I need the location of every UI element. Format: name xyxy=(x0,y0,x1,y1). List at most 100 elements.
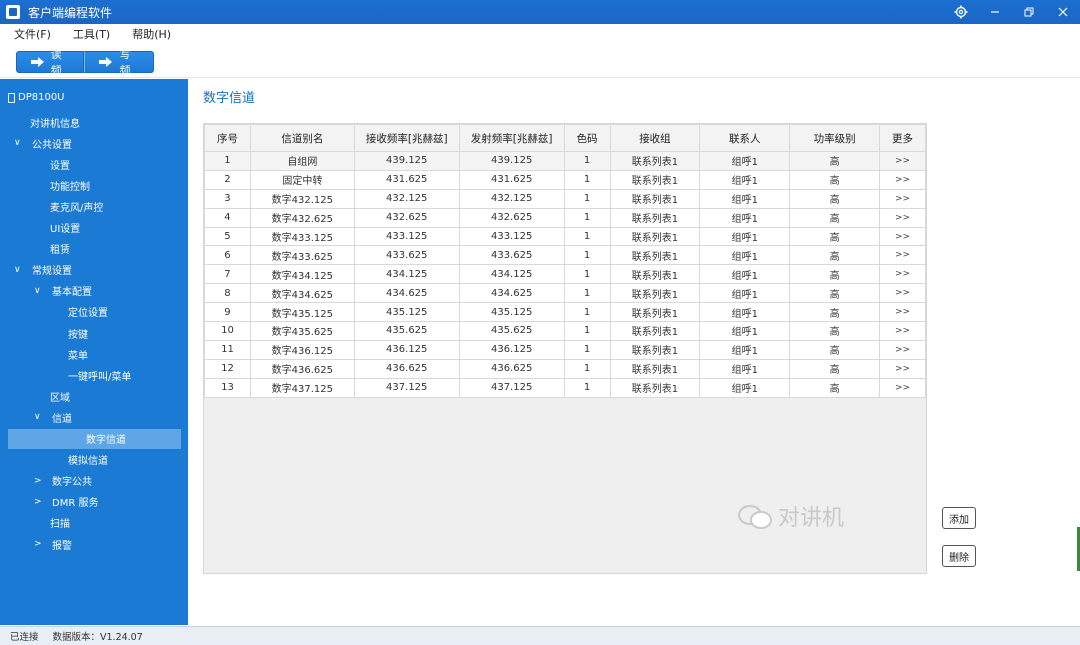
table-cell[interactable]: 13 xyxy=(204,377,251,398)
table-cell[interactable]: 联系列表1 xyxy=(609,302,701,323)
table-cell[interactable]: 组呼1 xyxy=(699,169,791,190)
more-button[interactable]: >> xyxy=(879,151,926,171)
table-cell[interactable]: 组呼1 xyxy=(699,226,791,247)
table-row[interactable]: 7 数字434.125 434.125 434.125 1 联系列表1 组呼1 高 >> xyxy=(204,264,926,285)
table-cell[interactable]: 8 xyxy=(204,283,251,304)
sidebar-item[interactable]: 设置 xyxy=(34,154,70,174)
table-cell[interactable]: 1 xyxy=(563,339,611,360)
sidebar-item[interactable]: 一键呼叫/菜单 xyxy=(52,365,131,385)
sidebar-item[interactable]: > 数字公共 xyxy=(34,471,92,491)
chevron-right-icon[interactable]: > xyxy=(34,497,52,507)
table-cell[interactable]: 组呼1 xyxy=(699,207,791,228)
column-header[interactable]: 接收组 xyxy=(609,124,701,152)
table-cell[interactable]: 高 xyxy=(789,321,881,341)
more-button[interactable]: >> xyxy=(879,207,926,228)
table-cell[interactable]: 组呼1 xyxy=(699,245,791,266)
menu-tools[interactable]: 工具(T) xyxy=(73,26,110,42)
more-button[interactable]: >> xyxy=(879,339,926,360)
restore-icon[interactable] xyxy=(1012,0,1046,24)
table-cell[interactable]: 联系列表1 xyxy=(609,264,701,285)
table-cell[interactable]: 组呼1 xyxy=(699,358,791,379)
table-cell[interactable]: 439.125 xyxy=(458,151,565,171)
table-row[interactable]: 11 数字436.125 436.125 436.125 1 联系列表1 组呼1 高 >> xyxy=(204,339,926,360)
sidebar-item[interactable]: 菜单 xyxy=(52,344,88,364)
sidebar-item[interactable]: ∨ 公共设置 xyxy=(14,133,72,153)
table-cell[interactable]: 436.125 xyxy=(458,339,565,360)
table-cell[interactable]: 433.625 xyxy=(458,245,565,266)
table-cell[interactable]: 高 xyxy=(789,226,881,247)
sidebar-item[interactable]: > DMR 服务 xyxy=(34,492,98,512)
table-row[interactable]: 9 数字435.125 435.125 435.125 1 联系列表1 组呼1 高 >> xyxy=(204,302,926,323)
minimize-icon[interactable] xyxy=(978,0,1012,24)
table-cell[interactable]: 数字437.125 xyxy=(249,377,355,398)
more-button[interactable]: >> xyxy=(879,302,926,323)
table-cell[interactable]: 高 xyxy=(789,339,881,360)
table-cell[interactable]: 固定中转 xyxy=(249,169,355,190)
more-button[interactable]: >> xyxy=(879,188,926,209)
table-row[interactable]: 13 数字437.125 437.125 437.125 1 联系列表1 组呼1 高 >> xyxy=(204,377,926,398)
table-cell[interactable]: 1 xyxy=(563,188,611,209)
table-cell[interactable]: 联系列表1 xyxy=(609,151,701,171)
chevron-down-icon[interactable]: ∨ xyxy=(34,286,52,296)
table-cell[interactable]: 9 xyxy=(204,302,251,323)
column-header[interactable]: 发射频率[兆赫兹] xyxy=(458,124,565,152)
table-cell[interactable]: 435.625 xyxy=(458,321,565,341)
table-cell[interactable]: 3 xyxy=(204,188,251,209)
table-cell[interactable]: 数字432.125 xyxy=(249,188,355,209)
sidebar-item[interactable]: 对讲机信息 xyxy=(14,112,80,132)
table-cell[interactable]: 5 xyxy=(204,226,251,247)
sidebar-item[interactable]: ∨ 常规设置 xyxy=(14,260,72,280)
table-cell[interactable]: 437.125 xyxy=(458,377,565,398)
table-cell[interactable]: 1 xyxy=(563,377,611,398)
table-cell[interactable]: 434.125 xyxy=(458,264,565,285)
sidebar-item[interactable]: 扫描 xyxy=(34,513,70,533)
table-cell[interactable]: 联系列表1 xyxy=(609,207,701,228)
table-cell[interactable]: 联系列表1 xyxy=(609,339,701,360)
table-row[interactable]: 1 自组网 439.125 439.125 1 联系列表1 组呼1 高 >> xyxy=(204,151,926,171)
table-cell[interactable]: 1 xyxy=(563,283,611,304)
table-cell[interactable]: 数字434.625 xyxy=(249,283,355,304)
table-cell[interactable]: 数字435.125 xyxy=(249,302,355,323)
table-cell[interactable]: 1 xyxy=(563,358,611,379)
more-button[interactable]: >> xyxy=(879,377,926,398)
table-cell[interactable]: 联系列表1 xyxy=(609,358,701,379)
table-row[interactable]: 2 固定中转 431.625 431.625 1 联系列表1 组呼1 高 >> xyxy=(204,169,926,190)
table-cell[interactable]: 433.625 xyxy=(353,245,460,266)
table-cell[interactable]: 1 xyxy=(563,245,611,266)
gear-icon[interactable] xyxy=(944,0,978,24)
sidebar-item[interactable]: 模拟信道 xyxy=(52,450,108,470)
table-cell[interactable]: 1 xyxy=(563,321,611,341)
table-cell[interactable]: 435.125 xyxy=(458,302,565,323)
column-header[interactable]: 信道别名 xyxy=(249,124,355,152)
more-button[interactable]: >> xyxy=(879,245,926,266)
more-button[interactable]: >> xyxy=(879,264,926,285)
close-icon[interactable] xyxy=(1046,0,1080,24)
table-cell[interactable]: 数字436.125 xyxy=(249,339,355,360)
table-cell[interactable]: 高 xyxy=(789,207,881,228)
table-cell[interactable]: 数字436.625 xyxy=(249,358,355,379)
table-cell[interactable]: 联系列表1 xyxy=(609,283,701,304)
table-cell[interactable]: 联系列表1 xyxy=(609,226,701,247)
chevron-right-icon[interactable]: > xyxy=(34,539,52,549)
table-cell[interactable]: 432.125 xyxy=(458,188,565,209)
table-cell[interactable]: 1 xyxy=(563,151,611,171)
table-cell[interactable]: 436.125 xyxy=(353,339,460,360)
table-cell[interactable]: 2 xyxy=(204,169,251,190)
table-cell[interactable]: 组呼1 xyxy=(699,264,791,285)
table-cell[interactable]: 联系列表1 xyxy=(609,377,701,398)
table-cell[interactable]: 4 xyxy=(204,207,251,228)
table-cell[interactable]: 组呼1 xyxy=(699,302,791,323)
table-cell[interactable]: 数字433.625 xyxy=(249,245,355,266)
table-cell[interactable]: 组呼1 xyxy=(699,151,791,171)
sidebar-item[interactable]: > 报警 xyxy=(34,534,72,554)
write-button[interactable]: 写频 xyxy=(84,48,154,77)
table-cell[interactable]: 数字435.625 xyxy=(249,321,355,341)
table-cell[interactable]: 437.125 xyxy=(353,377,460,398)
table-cell[interactable]: 1 xyxy=(563,207,611,228)
table-cell[interactable]: 7 xyxy=(204,264,251,285)
sidebar-item[interactable]: 区域 xyxy=(34,386,70,406)
table-row[interactable]: 12 数字436.625 436.625 436.625 1 联系列表1 组呼1 高 >> xyxy=(204,358,926,379)
table-cell[interactable]: 431.625 xyxy=(458,169,565,190)
table-cell[interactable]: 434.625 xyxy=(458,283,565,304)
more-button[interactable]: >> xyxy=(879,283,926,304)
